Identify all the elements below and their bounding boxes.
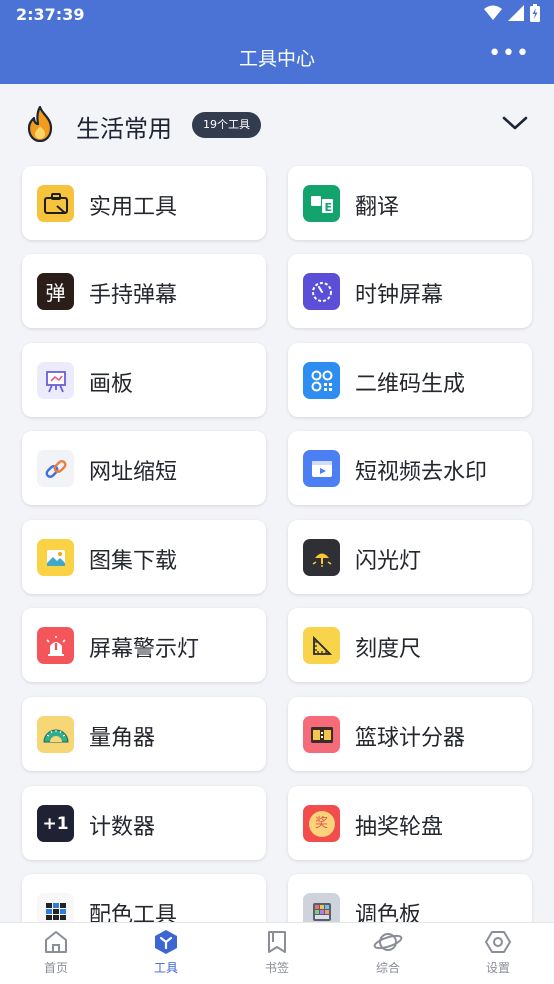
danmaku-icon: 弹 xyxy=(37,273,74,310)
qrcode-icon xyxy=(303,362,340,399)
easel-icon xyxy=(37,362,74,399)
home-icon xyxy=(45,931,67,953)
tool-label: 闪光灯 xyxy=(355,549,422,574)
wifi-icon xyxy=(484,5,502,20)
tool-label: 实用工具 xyxy=(89,195,178,220)
tool-label: 篮球计分器 xyxy=(355,726,466,751)
tool-card-gallery-download[interactable]: 图集下载 xyxy=(22,520,266,594)
battery-icon xyxy=(530,4,540,22)
nav-general[interactable]: 综合 xyxy=(348,929,428,976)
tool-label: 网址缩短 xyxy=(89,460,178,485)
clock-icon xyxy=(303,273,340,310)
nav-label: 首页 xyxy=(43,961,68,975)
link-icon xyxy=(37,450,74,487)
tool-card-protractor[interactable]: 量角器 xyxy=(22,697,266,771)
tool-count-badge: 19个工具 xyxy=(192,112,261,138)
nav-label: 书签 xyxy=(264,961,289,975)
nav-label: 综合 xyxy=(375,961,400,975)
tools-icon xyxy=(155,930,177,954)
flame-icon xyxy=(27,106,53,142)
lottery-icon: 奖 xyxy=(303,805,340,842)
tool-card-lottery-wheel[interactable]: 奖 抽奖轮盘 xyxy=(288,786,532,860)
tool-label: 抽奖轮盘 xyxy=(355,815,444,840)
tool-card-warning-light[interactable]: 屏幕警示灯 xyxy=(22,608,266,682)
tool-card-url-shortener[interactable]: 网址缩短 xyxy=(22,431,266,505)
tool-label: 时钟屏幕 xyxy=(355,283,444,308)
tool-label: 屏幕警示灯 xyxy=(89,637,200,662)
gallery-icon xyxy=(37,539,74,576)
tool-label: 图集下载 xyxy=(89,549,178,574)
settings-icon xyxy=(485,931,511,953)
lottery-glyph: 奖 xyxy=(308,810,335,837)
toolbox-icon xyxy=(37,185,74,222)
tool-card-clock[interactable]: 时钟屏幕 xyxy=(288,254,532,328)
page-title: 工具中心 xyxy=(238,48,315,70)
scoreboard-icon xyxy=(303,716,340,753)
tool-label: 刻度尺 xyxy=(355,637,422,662)
tool-card-practical[interactable]: 实用工具 xyxy=(22,166,266,240)
status-time: 2:37:39 xyxy=(16,5,85,24)
nav-tools[interactable]: 工具 xyxy=(126,929,206,976)
planet-icon xyxy=(373,933,403,951)
nav-label: 设置 xyxy=(485,961,510,975)
nav-home[interactable]: 首页 xyxy=(16,929,96,976)
tool-label: 手持弹幕 xyxy=(89,283,178,308)
section-title: 生活常用 xyxy=(76,115,172,143)
status-icons xyxy=(484,4,540,22)
tool-card-flashlight[interactable]: 闪光灯 xyxy=(288,520,532,594)
tool-card-qrcode[interactable]: 二维码生成 xyxy=(288,343,532,417)
more-menu-button[interactable]: ••• xyxy=(488,43,530,65)
protractor-icon xyxy=(37,716,74,753)
alarm-icon xyxy=(37,627,74,664)
nav-settings[interactable]: 设置 xyxy=(458,929,538,976)
signal-icon xyxy=(508,5,524,21)
video-icon xyxy=(303,450,340,487)
counter-icon: +1 xyxy=(37,805,74,842)
tool-card-counter[interactable]: +1 计数器 xyxy=(22,786,266,860)
nav-label: 工具 xyxy=(153,961,178,975)
tool-card-video-watermark[interactable]: 短视频去水印 xyxy=(288,431,532,505)
svg-text:E: E xyxy=(324,201,332,214)
tool-card-ruler[interactable]: 刻度尺 xyxy=(288,608,532,682)
tool-label: 画板 xyxy=(89,372,134,397)
bottom-navigation: 首页 工具 书签 综合 设置 xyxy=(0,922,554,984)
tool-card-danmaku[interactable]: 弹 手持弹幕 xyxy=(22,254,266,328)
nav-bookmarks[interactable]: 书签 xyxy=(237,929,317,976)
tool-card-basketball-score[interactable]: 篮球计分器 xyxy=(288,697,532,771)
tool-label: 量角器 xyxy=(89,726,156,751)
tool-card-drawing-board[interactable]: 画板 xyxy=(22,343,266,417)
tool-card-translate[interactable]: E 翻译 xyxy=(288,166,532,240)
tool-label: 翻译 xyxy=(355,195,400,220)
tool-label: 计数器 xyxy=(89,815,156,840)
app-bar: 2:37:39 工具中心 ••• xyxy=(0,0,554,84)
translate-icon: E xyxy=(303,185,340,222)
flashlight-icon xyxy=(303,539,340,576)
tool-label: 短视频去水印 xyxy=(355,460,488,485)
chevron-down-icon[interactable] xyxy=(502,112,528,134)
ruler-icon xyxy=(303,627,340,664)
tool-label: 二维码生成 xyxy=(355,372,466,397)
bookmark-icon xyxy=(268,931,286,953)
section-header[interactable]: 生活常用 19个工具 xyxy=(24,100,534,152)
